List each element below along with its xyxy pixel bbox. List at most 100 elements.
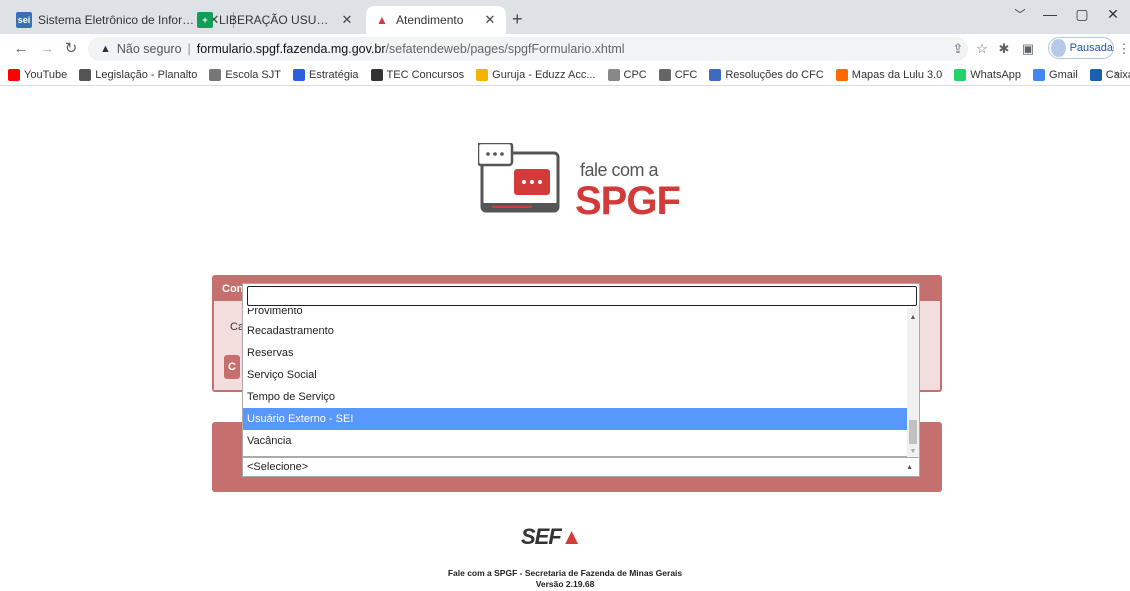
tab-search-chevron-icon[interactable]: ﹀: [1010, 6, 1030, 22]
profile-status: Pausada: [1069, 42, 1113, 54]
bookmark-label: YouTube: [24, 68, 68, 81]
globe-icon: [79, 68, 92, 81]
bookmark-label: CFC: [674, 68, 698, 81]
tab-atendimento[interactable]: ▲ Atendimento ✕: [366, 6, 506, 34]
bookmark-label: Mapas da Lulu 3.0: [851, 68, 943, 81]
bookmark-item[interactable]: TEC Concursos: [370, 68, 465, 81]
scrollbar-thumb[interactable]: [909, 420, 917, 444]
dropdown-option[interactable]: Reservas: [243, 342, 907, 364]
dropdown-option[interactable]: Vacância: [243, 430, 907, 452]
whatsapp-icon: [954, 68, 967, 81]
estrategia-icon: [293, 68, 305, 81]
forward-arrow-icon[interactable]: →: [38, 40, 56, 58]
bookmark-item[interactable]: Estratégia: [293, 68, 359, 81]
cfc-icon: [658, 68, 671, 81]
tab-title: LIBERAÇÃO USUÁRIO EXTERNO: [219, 13, 333, 27]
close-icon[interactable]: ✕: [482, 12, 498, 28]
share-icon[interactable]: ⇪: [950, 41, 966, 57]
bookmark-label: WhatsApp: [970, 68, 1022, 81]
select-value: <Selecione>: [247, 461, 309, 473]
logo-spgf: SPGF: [575, 179, 681, 223]
consult-button[interactable]: C: [224, 355, 240, 379]
tab-title: Atendimento: [396, 13, 464, 27]
bookmark-label: TEC Concursos: [386, 68, 465, 81]
sef-logo-triangle-icon: ▲: [560, 524, 583, 549]
bookmark-label: Resoluções do CFC: [725, 68, 824, 81]
side-panel-icon[interactable]: ▣: [1020, 41, 1036, 57]
browser-toolbar: ← → ↻ ▲ Não seguro | formulario.spgf.faz…: [0, 34, 1130, 64]
sei-favicon-icon: sei: [16, 12, 32, 28]
bookmark-label: Legislação - Planalto: [95, 68, 198, 81]
bookmark-label: Gmail: [1049, 68, 1078, 81]
doc-icon: [709, 68, 722, 81]
google-icon: [1033, 68, 1046, 81]
bookmark-item[interactable]: YouTube: [8, 68, 68, 81]
dropdown-scrollbar[interactable]: ▲ ▼: [907, 308, 919, 458]
bookmark-label: CPC: [623, 68, 647, 81]
bookmark-item[interactable]: Caixa: [1089, 68, 1130, 81]
warning-triangle-icon: ▲: [100, 43, 111, 55]
bookmark-item[interactable]: Mapas da Lulu 3.0: [835, 68, 943, 81]
cpc-icon: [607, 68, 620, 81]
maximize-button[interactable]: ▢: [1072, 6, 1092, 23]
dropdown-option[interactable]: Usuário Externo - SEI: [243, 408, 907, 430]
dropdown-option[interactable]: Serviço Social: [243, 364, 907, 386]
url-host: formulario.spgf.fazenda.mg.gov.br: [196, 42, 386, 56]
extensions-puzzle-icon[interactable]: ✱: [996, 41, 1012, 57]
chevron-up-icon: ▲: [906, 464, 913, 471]
bookmark-item[interactable]: CFC: [658, 68, 698, 81]
sef-logo-text: SEF: [521, 524, 562, 549]
bookmark-item[interactable]: Guruja - Eduzz Acc...: [476, 68, 596, 81]
new-tab-button[interactable]: +: [512, 10, 523, 28]
scroll-down-icon[interactable]: ▼: [907, 448, 919, 455]
tab-title: Sistema Eletrônico de Informaçõ: [38, 13, 200, 27]
page-content: fale com a SPGF Cons Ca C Provimento Reca…: [0, 87, 1130, 591]
youtube-icon: [8, 68, 20, 81]
bookmark-label: Escola SJT: [225, 68, 281, 81]
tab-strip: sei Sistema Eletrônico de Informaçõ ✕ + …: [0, 0, 1130, 34]
bookmark-item[interactable]: Resoluções do CFC: [709, 68, 824, 81]
bookmarks-bar: YouTube Legislação - Planalto Escola SJT Es…: [0, 64, 1130, 86]
address-bar[interactable]: ▲ Não seguro | formulario.spgf.fazenda.m…: [88, 37, 968, 61]
guruja-icon: [476, 68, 489, 81]
window-close-button[interactable]: ✕: [1103, 6, 1123, 23]
avatar: [1051, 39, 1066, 57]
dropdown-search-input[interactable]: [247, 286, 917, 306]
footer-version: Versão 2.19.68: [535, 579, 595, 589]
bookmark-item[interactable]: CPC: [607, 68, 647, 81]
bookmark-item[interactable]: WhatsApp: [954, 68, 1022, 81]
triangle-favicon-icon: ▲: [376, 13, 388, 27]
close-icon[interactable]: ✕: [339, 12, 355, 28]
logo-tagline: fale com a: [580, 160, 659, 180]
sheets-favicon-icon: +: [197, 12, 213, 28]
url-path: /sefatendeweb/pages/spgfFormulario.xhtml: [385, 42, 625, 56]
bookmark-star-icon[interactable]: ☆: [974, 41, 990, 57]
dropdown-options: Provimento Recadastramento Reservas Serviço…: [243, 308, 907, 458]
reload-icon[interactable]: ↻: [62, 40, 80, 58]
security-label: Não seguro: [116, 42, 182, 56]
subject-select[interactable]: <Selecione> ▲: [242, 457, 920, 477]
bookmarks-overflow-button[interactable]: »: [1114, 68, 1120, 80]
dropdown-option[interactable]: Recadastramento: [243, 320, 907, 342]
bookmark-item[interactable]: Gmail: [1033, 68, 1078, 81]
bookmark-label: Guruja - Eduzz Acc...: [492, 68, 596, 81]
tec-icon: [370, 68, 383, 81]
bookmark-label: Estratégia: [309, 68, 359, 81]
select-dropdown-panel: Provimento Recadastramento Reservas Serviço…: [242, 283, 920, 458]
dropdown-option[interactable]: Provimento: [243, 308, 907, 320]
minimize-button[interactable]: —: [1040, 6, 1060, 22]
dropdown-option[interactable]: Tempo de Serviço: [243, 386, 907, 408]
bookmark-item[interactable]: Escola SJT: [209, 68, 281, 81]
caixa-icon: [1089, 68, 1102, 81]
footer-title: Fale com a SPGF - Secretaria de Fazenda …: [447, 568, 683, 578]
bookmark-item[interactable]: Legislação - Planalto: [79, 68, 198, 81]
tab-liberacao[interactable]: + LIBERAÇÃO USUÁRIO EXTERNO ✕: [189, 6, 363, 34]
back-arrow-icon[interactable]: ←: [12, 40, 30, 58]
menu-kebab-icon[interactable]: ⋮: [1116, 41, 1130, 57]
flame-icon: [835, 68, 848, 81]
scale-icon: [209, 68, 222, 81]
omnibox-divider: |: [187, 42, 191, 56]
sef-footer-logo: SEF▲: [521, 524, 583, 550]
profile-button[interactable]: Pausada: [1048, 37, 1114, 59]
scroll-up-icon[interactable]: ▲: [907, 314, 919, 321]
